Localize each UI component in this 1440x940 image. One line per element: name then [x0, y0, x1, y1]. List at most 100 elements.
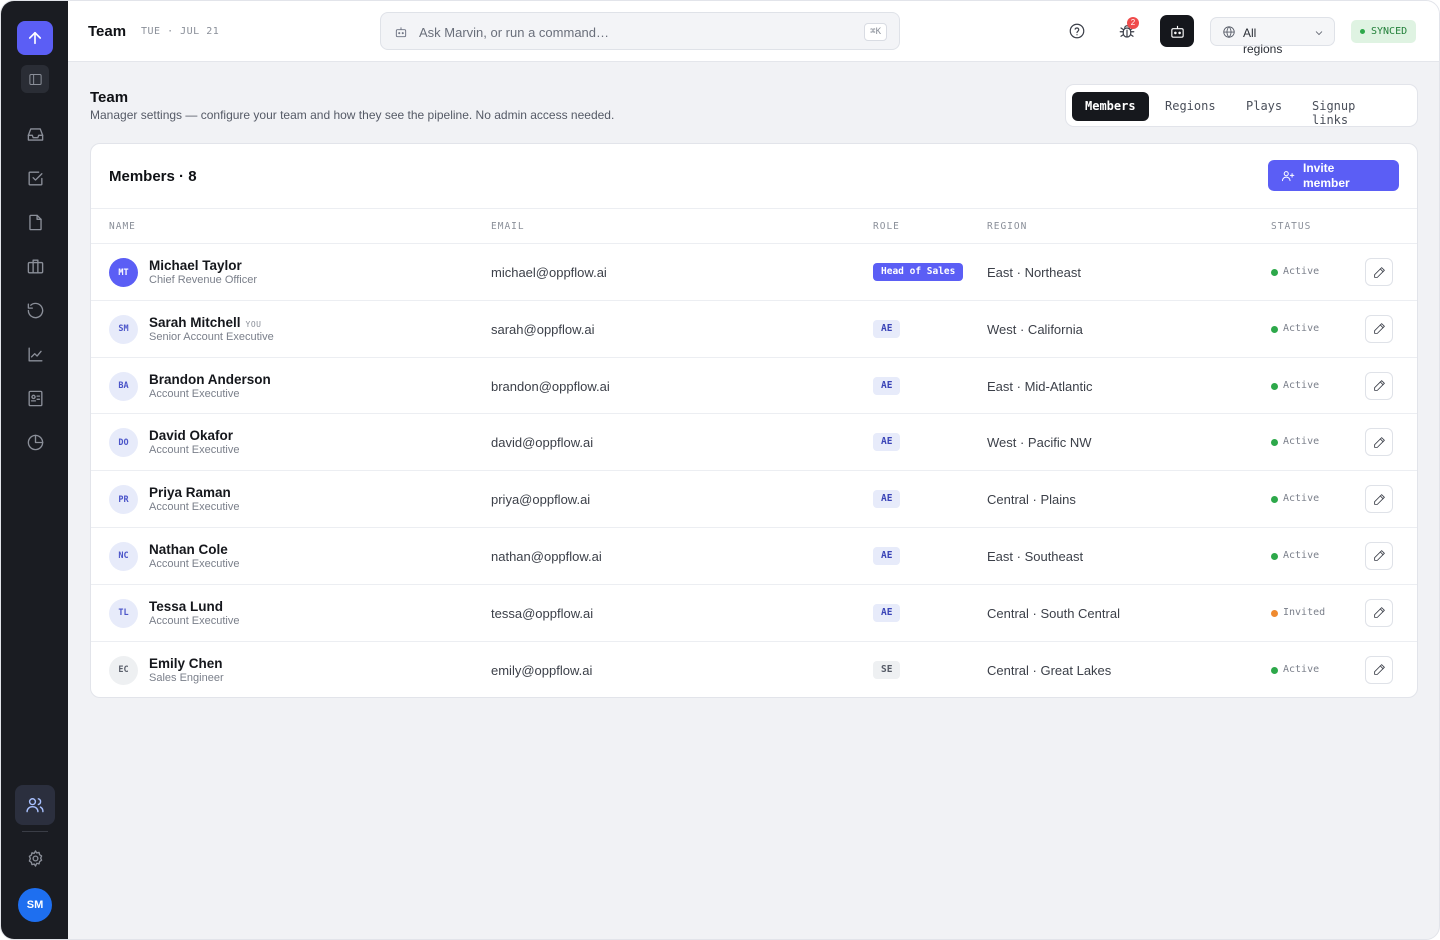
member-email: brandon@oppflow.ai [491, 378, 610, 394]
role-badge: AE [873, 603, 901, 622]
pencil-icon [1373, 266, 1385, 278]
table-row[interactable]: TL Tessa Lund Account Executive tessa@op… [91, 585, 1417, 642]
invite-member-label: Invite member [1303, 161, 1350, 190]
region-select[interactable]: All regions [1210, 17, 1335, 56]
member-name-text: Priya Raman [149, 485, 231, 501]
globe-icon [1222, 25, 1236, 39]
edit-member-button[interactable] [1365, 258, 1393, 286]
member-region: West · California [987, 321, 1083, 337]
checklist-icon [27, 170, 43, 186]
member-title: Senior Account Executive [149, 330, 274, 343]
pie-chart-icon [27, 434, 43, 450]
gear-icon [28, 849, 42, 867]
arrow-up-icon [28, 31, 42, 45]
sidebar-item-tasks[interactable] [22, 165, 48, 191]
edit-member-button[interactable] [1365, 598, 1393, 627]
search-shortcut: ⌘K [864, 23, 887, 41]
member-name-text: David Okafor [149, 428, 234, 444]
table-row[interactable]: DO David Okafor Account Executive david@… [91, 414, 1417, 472]
robot-icon [394, 25, 408, 39]
member-name: Tessa Lund [149, 599, 228, 614]
sidebar-item-settings[interactable] [22, 845, 48, 871]
edit-member-button[interactable] [1365, 371, 1393, 400]
member-name: David Okafor [149, 428, 238, 443]
pencil-icon [1373, 550, 1385, 562]
table-row[interactable]: EC Emily Chen Sales Engineer emily@oppfl… [91, 642, 1417, 697]
history-icon [27, 302, 43, 318]
tab-plays[interactable]: Plays [1246, 92, 1298, 121]
role-badge: Head of Sales [873, 263, 964, 281]
add-user-icon [1281, 169, 1295, 183]
status-badge: Active [1271, 323, 1319, 334]
table-row[interactable]: MT Michael Taylor Chief Revenue Officer … [91, 244, 1417, 301]
table-row[interactable]: BA Brandon Anderson Account Executive br… [91, 358, 1417, 415]
member-name-text: Nathan Cole [149, 541, 228, 557]
member-region: West · Pacific NW [987, 435, 1092, 451]
member-region: East · Mid-Atlantic [987, 378, 1093, 394]
member-avatar: MT [109, 258, 138, 287]
role-badge: AE [873, 490, 901, 509]
top-bar: Team TUE · JUL 21 ⌘K 2 All regions [68, 1, 1439, 62]
search-input[interactable] [419, 22, 839, 42]
sidebar-item-reports[interactable] [22, 429, 48, 455]
contact-card-icon [27, 390, 43, 406]
briefcase-icon [27, 258, 43, 274]
status-badge: Active [1271, 380, 1319, 391]
column-header-email[interactable]: EMAIL [491, 221, 525, 232]
column-header-name[interactable]: NAME [109, 221, 136, 232]
members-title: Members · 8 [109, 168, 197, 185]
table-row[interactable]: PR Priya Raman Account Executive priya@o… [91, 471, 1417, 528]
member-email: priya@oppflow.ai [491, 492, 591, 508]
edit-member-button[interactable] [1365, 314, 1393, 343]
sidebar-item-inbox[interactable] [22, 121, 48, 147]
trend-chart-icon [27, 346, 43, 362]
member-name: Priya Raman [149, 485, 236, 500]
edit-member-button[interactable] [1365, 541, 1393, 570]
member-avatar: TL [109, 598, 138, 628]
table-row[interactable]: NC Nathan Cole Account Executive nathan@… [91, 528, 1417, 585]
column-header-role[interactable]: ROLE [873, 221, 900, 232]
notifications-button[interactable]: 2 [1113, 17, 1141, 45]
member-region: East · Southeast [987, 548, 1084, 564]
robot-icon [1170, 25, 1184, 38]
tab-members[interactable]: Members [1072, 92, 1149, 121]
tab-signup-links[interactable]: Signup links [1312, 92, 1368, 127]
sidebar-divider [22, 831, 48, 832]
page-subtitle: Manager settings — configure your team a… [90, 108, 615, 122]
sidebar-item-history[interactable] [22, 297, 48, 323]
help-button[interactable] [1063, 17, 1091, 45]
header-date: TUE · JUL 21 [141, 26, 220, 37]
region-select-value: All regions [1243, 26, 1283, 56]
table-row[interactable]: SM Sarah Mitchell YOU Senior Account Exec… [91, 301, 1417, 358]
sidebar-item-team[interactable] [15, 785, 55, 825]
notification-badge: 2 [1127, 17, 1139, 29]
inbox-icon [27, 127, 43, 141]
edit-member-button[interactable] [1365, 485, 1393, 514]
member-avatar: EC [109, 655, 138, 685]
member-avatar: SM [109, 314, 138, 344]
sidebar-item-accounts[interactable] [22, 253, 48, 279]
sidebar-item-documents[interactable] [22, 209, 48, 235]
member-email: tessa@oppflow.ai [491, 605, 594, 621]
app-logo-button[interactable] [17, 21, 53, 55]
sidebar-item-contacts[interactable] [22, 385, 48, 411]
command-search[interactable]: ⌘K [380, 12, 900, 50]
members-card: Members · 8 Invite member NAME EMAIL ROL… [90, 143, 1418, 698]
member-name-text: Brandon Anderson [149, 371, 271, 387]
assistant-button[interactable] [1160, 15, 1194, 47]
edit-member-button[interactable] [1365, 428, 1393, 457]
tab-regions[interactable]: Regions [1165, 92, 1235, 121]
invite-member-button[interactable]: Invite member [1268, 160, 1399, 191]
status-badge: Active [1271, 493, 1319, 504]
sidebar-item-analytics[interactable] [22, 341, 48, 367]
sidebar-toggle-button[interactable] [21, 65, 49, 93]
edit-member-button[interactable] [1365, 655, 1393, 684]
member-title: Account Executive [149, 557, 240, 570]
member-region: Central · South Central [987, 605, 1120, 621]
panel-icon [28, 73, 42, 85]
column-header-status[interactable]: STATUS [1271, 221, 1311, 232]
user-avatar[interactable]: SM [18, 888, 52, 922]
sync-status-badge: SYNCED [1351, 20, 1417, 43]
member-title: Account Executive [149, 387, 240, 400]
column-header-region[interactable]: REGION [987, 221, 1027, 232]
